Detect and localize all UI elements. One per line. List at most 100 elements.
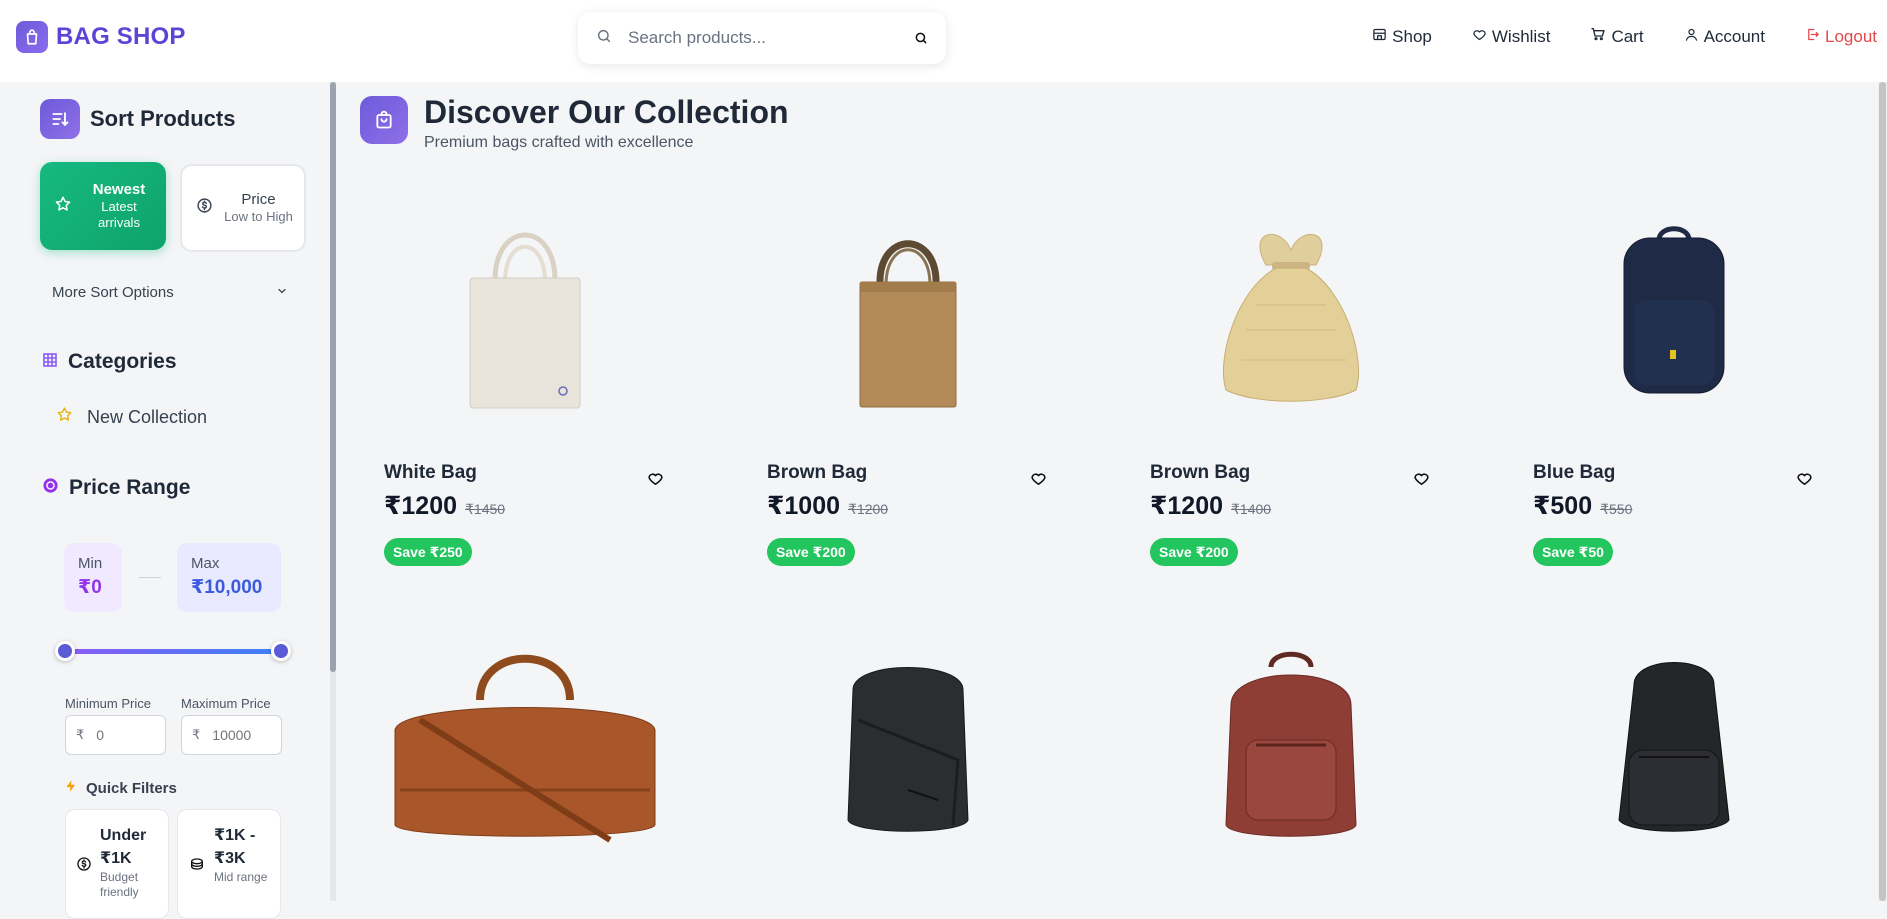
product-card[interactable] xyxy=(1126,620,1456,901)
nav-cart-label: Cart xyxy=(1611,26,1644,46)
more-sort-options-toggle[interactable]: More Sort Options xyxy=(40,280,300,304)
product-old-price: ₹1450 xyxy=(465,501,506,517)
sort-newest-subtitle: Latest arrivals xyxy=(98,199,140,230)
coins-icon xyxy=(188,856,206,877)
quick-filter-title: ₹1K - ₹3K xyxy=(214,827,256,868)
product-price-row: ₹1200 ₹1400 xyxy=(1150,491,1271,521)
page-title: Discover Our Collection xyxy=(424,94,789,130)
product-price-row: ₹1200 ₹1450 xyxy=(384,491,505,521)
quick-filter-subtitle: Mid range xyxy=(214,870,268,885)
user-icon xyxy=(1684,27,1699,47)
price-range-header: Price Range xyxy=(42,476,190,500)
sort-title: Sort Products xyxy=(90,106,236,131)
price-range-title: Price Range xyxy=(69,476,191,499)
quick-filter-subtitle: Budget friendly xyxy=(100,870,139,899)
max-price-field-label: Maximum Price xyxy=(181,696,271,711)
savings-badge: Save ₹200 xyxy=(1150,538,1238,566)
search-submit-icon[interactable] xyxy=(914,31,928,45)
product-price-row: ₹500 ₹550 xyxy=(1533,491,1632,521)
main-scrollbar[interactable] xyxy=(1878,82,1887,901)
range-separator xyxy=(139,577,161,578)
main-scrollbar-thumb[interactable] xyxy=(1879,82,1886,901)
star-outline-icon xyxy=(56,406,73,428)
product-card[interactable] xyxy=(1509,620,1839,901)
heart-icon xyxy=(1472,27,1487,47)
jute-tote-image xyxy=(859,240,957,408)
shopping-bag-icon xyxy=(16,21,48,53)
shopping-bag-icon xyxy=(360,96,408,144)
brand-logo[interactable]: BAG SHOP xyxy=(16,21,186,53)
sort-icon xyxy=(40,99,80,139)
burlap-pouch-image xyxy=(1222,234,1360,402)
collection-header: Discover Our Collection Premium bags cra… xyxy=(360,94,789,152)
min-price-field: ₹ xyxy=(65,715,166,755)
range-min-handle[interactable] xyxy=(55,641,75,661)
sort-newest-title: Newest xyxy=(92,181,146,199)
brand-name: BAG SHOP xyxy=(56,23,186,50)
quick-filter-under-1k[interactable]: Under ₹1K Budget friendly xyxy=(65,809,169,919)
nav-shop-label: Shop xyxy=(1392,26,1432,46)
max-price-display: Max ₹10,000 xyxy=(177,543,281,612)
nav-shop[interactable]: Shop xyxy=(1372,27,1432,47)
min-price-field-label: Minimum Price xyxy=(65,696,151,711)
grid-icon xyxy=(42,352,58,373)
product-price: ₹500 xyxy=(1533,492,1593,520)
product-image[interactable] xyxy=(360,180,690,440)
nav-logout[interactable]: Logout xyxy=(1805,27,1877,47)
product-name: Brown Bag xyxy=(767,462,868,483)
wishlist-heart-icon[interactable] xyxy=(1030,470,1047,492)
chevron-down-icon xyxy=(276,284,288,301)
price-range-slider[interactable] xyxy=(64,649,282,654)
nav-account[interactable]: Account xyxy=(1684,27,1765,47)
category-label: New Collection xyxy=(87,406,208,427)
product-card[interactable]: White Bag ₹1200 ₹1450 Save ₹250 xyxy=(360,180,690,580)
wishlist-heart-icon[interactable] xyxy=(1413,470,1430,492)
sort-section-header: Sort Products xyxy=(40,99,235,139)
product-image[interactable] xyxy=(743,620,1073,870)
product-image[interactable] xyxy=(1509,620,1839,870)
product-card[interactable]: Blue Bag ₹500 ₹550 Save ₹50 xyxy=(1509,180,1839,580)
min-price-display: Min ₹0 xyxy=(64,543,122,612)
category-new-collection[interactable]: New Collection xyxy=(56,406,207,428)
product-price: ₹1000 xyxy=(767,492,841,520)
product-price-row: ₹1000 ₹1200 xyxy=(767,491,888,521)
black-backpack-image xyxy=(847,667,969,832)
page-subtitle: Premium bags crafted with excellence xyxy=(424,133,694,151)
nav-wishlist[interactable]: Wishlist xyxy=(1472,27,1550,47)
product-card[interactable]: Brown Bag ₹1200 ₹1400 Save ₹200 xyxy=(1126,180,1456,580)
max-value: ₹10,000 xyxy=(191,577,263,598)
categories-header: Categories xyxy=(42,350,177,374)
dollar-circle-icon xyxy=(196,197,213,219)
red-leather-backpack-image xyxy=(1225,651,1357,837)
product-image[interactable] xyxy=(360,620,690,870)
product-card[interactable] xyxy=(360,620,690,901)
sort-newest-button[interactable]: Newest Latest arrivals xyxy=(40,162,166,250)
product-image[interactable] xyxy=(743,180,1073,440)
product-card[interactable] xyxy=(743,620,1073,901)
nav-cart[interactable]: Cart xyxy=(1590,26,1644,47)
search-bar xyxy=(578,12,946,64)
min-price-input[interactable] xyxy=(96,727,157,743)
product-old-price: ₹1400 xyxy=(1231,501,1272,517)
main-nav: Shop Wishlist Cart Account Logout xyxy=(1332,26,1877,47)
wishlist-heart-icon[interactable] xyxy=(647,470,664,492)
quick-filter-1k-3k[interactable]: ₹1K - ₹3K Mid range xyxy=(177,809,281,919)
max-price-input[interactable] xyxy=(212,727,273,743)
range-max-handle[interactable] xyxy=(271,641,291,661)
product-image[interactable] xyxy=(1126,620,1456,870)
quick-filters-title: Quick Filters xyxy=(86,779,177,797)
search-input[interactable] xyxy=(628,28,914,48)
savings-badge: Save ₹200 xyxy=(767,538,855,566)
tote-bag-image xyxy=(469,232,581,409)
product-old-price: ₹1200 xyxy=(848,501,889,517)
product-name: Blue Bag xyxy=(1533,462,1616,483)
product-image[interactable] xyxy=(1509,180,1839,440)
navy-backpack-image xyxy=(1623,226,1725,394)
dollar-circle-icon xyxy=(76,856,92,877)
wishlist-heart-icon[interactable] xyxy=(1796,470,1813,492)
leather-duffel-image xyxy=(394,654,656,843)
search-icon xyxy=(596,28,612,49)
sort-price-button[interactable]: Price Low to High xyxy=(180,164,306,252)
product-card[interactable]: Brown Bag ₹1000 ₹1200 Save ₹200 xyxy=(743,180,1073,580)
product-image[interactable] xyxy=(1126,180,1456,440)
